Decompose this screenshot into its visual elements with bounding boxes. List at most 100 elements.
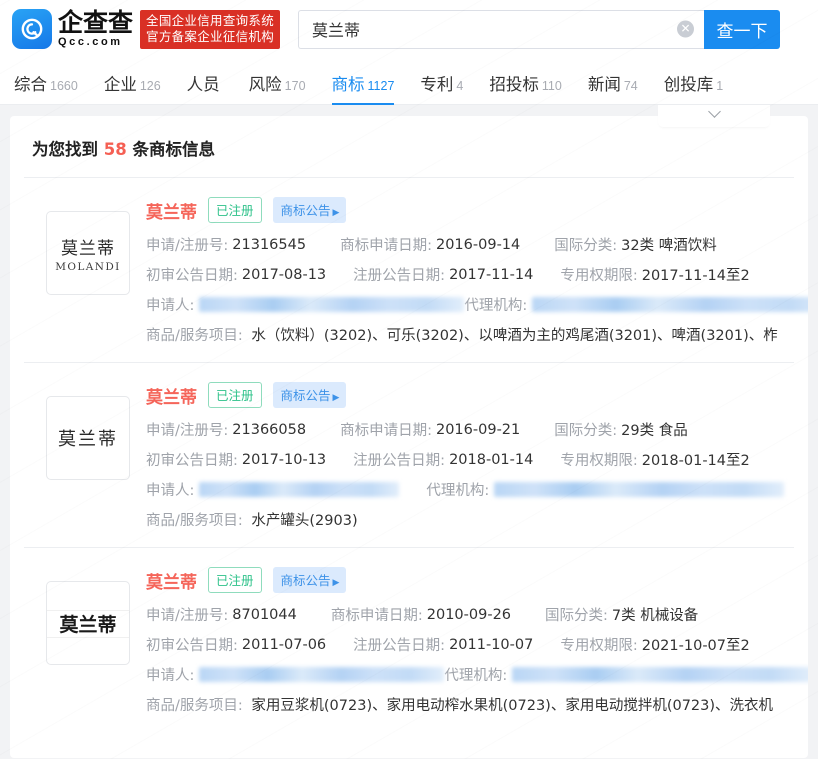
field-label: 商标申请日期: xyxy=(340,423,432,439)
qcc-logo-icon xyxy=(12,9,52,49)
field-label: 代理机构: xyxy=(426,483,490,499)
tab-risk[interactable]: 风险 170 xyxy=(249,71,306,104)
trademark-notice-button[interactable]: 商标公告 ▶ xyxy=(272,197,347,223)
field-row-parties: 申请人: 代理机构: xyxy=(146,664,808,685)
field-value: 2017-11-14至2 xyxy=(641,268,750,284)
tab-news[interactable]: 新闻 74 xyxy=(588,71,638,104)
notice-arrow-icon: ▶ xyxy=(332,208,340,218)
field-apply-date: 商标申请日期: 2010-09-26 xyxy=(331,604,511,625)
field-intl-class: 国际分类: 32类 啤酒饮料 xyxy=(554,234,716,255)
tab-venture[interactable]: 创投库 1 xyxy=(664,71,723,104)
redacted-agency-value xyxy=(512,667,808,682)
site-logo[interactable]: 企查查 Qcc.com 全国企业信用查询系统 官方备案企业征信机构 xyxy=(12,8,281,49)
field-label: 初审公告日期: xyxy=(146,453,238,469)
tabs-expand-button[interactable] xyxy=(658,105,770,127)
tab-count: 126 xyxy=(139,79,161,93)
field-label: 商品/服务项目: xyxy=(146,513,243,529)
field-reg-notice: 注册公告日期: 2011-10-07 xyxy=(353,634,533,655)
results-count-suffix: 条商标信息 xyxy=(132,140,215,159)
tab-label: 新闻 xyxy=(587,75,621,94)
field-label: 初审公告日期: xyxy=(146,268,238,284)
trademark-image[interactable]: 莫兰蒂 xyxy=(46,581,130,665)
redacted-applicant-value xyxy=(199,482,400,497)
field-value: 21316545 xyxy=(232,236,307,253)
tab-label: 企业 xyxy=(103,75,137,94)
clear-circle-icon[interactable]: ✕ xyxy=(677,20,695,38)
field-value: 32类 啤酒饮料 xyxy=(621,238,717,254)
field-label: 申请/注册号: xyxy=(146,423,229,439)
trademark-notice-button[interactable]: 商标公告 ▶ xyxy=(272,382,347,408)
trademark-image[interactable]: 莫兰蒂 MOLANDI xyxy=(46,211,130,295)
field-label: 国际分类: xyxy=(554,423,618,439)
trademark-title-link[interactable]: 莫兰蒂 xyxy=(146,383,197,408)
field-reg-no: 申请/注册号: 21366058 xyxy=(146,419,306,440)
field-value: 家用豆浆机(0723)、家用电动榨水果机(0723)、家用电动搅拌机(0723)… xyxy=(251,698,774,714)
trademark-title-link[interactable]: 莫兰蒂 xyxy=(146,198,197,223)
trademark-notice-button[interactable]: 商标公告 ▶ xyxy=(272,567,347,593)
field-value: 2011-07-06 xyxy=(241,636,327,653)
field-intl-class: 国际分类: 7类 机械设备 xyxy=(545,604,698,625)
redacted-applicant-value xyxy=(199,667,445,682)
trademark-result-item: 莫兰蒂 莫兰蒂 已注册 商标公告 ▶ 申请/注册号: 8701044 商标申请日期… xyxy=(24,548,808,732)
tab-trademarks[interactable]: 商标 1127 xyxy=(331,71,394,105)
search-input[interactable] xyxy=(298,9,705,49)
tab-count: 74 xyxy=(623,79,638,93)
field-value: 2021-10-07至2 xyxy=(641,638,750,654)
trademark-details: 莫兰蒂 已注册 商标公告 ▶ 申请/注册号: 8701044 商标申请日期: 20… xyxy=(146,567,808,715)
field-goods-services: 商品/服务项目: 水（饮料）(3202)、可乐(3202)、以啤酒为主的鸡尾酒(… xyxy=(146,324,786,345)
search-submit-button[interactable]: 查一下 xyxy=(704,9,781,49)
trademark-image-text-cn: 莫兰蒂 xyxy=(59,613,117,636)
redacted-agency-value xyxy=(494,482,785,497)
field-first-notice: 初审公告日期: 2011-07-06 xyxy=(146,634,326,655)
logo-tagline-line1: 全国企业信用查询系统 xyxy=(146,13,275,28)
tab-comprehensive[interactable]: 综合 1660 xyxy=(14,71,78,104)
field-value: 2010-09-26 xyxy=(426,606,512,623)
field-label: 注册公告日期: xyxy=(353,453,446,469)
field-value: 2018-01-14至2 xyxy=(641,453,750,469)
trademark-image[interactable]: 莫兰蒂 xyxy=(46,396,130,480)
tab-label: 招投标 xyxy=(489,75,539,94)
trademark-image-text-cn: 莫兰蒂 xyxy=(58,429,118,450)
trademark-details: 莫兰蒂 已注册 商标公告 ▶ 申请/注册号: 21316545 商标申请日期: 2… xyxy=(146,197,808,345)
trademark-header: 莫兰蒂 已注册 商标公告 ▶ xyxy=(146,382,786,408)
results-count-prefix: 为您找到 xyxy=(32,140,98,159)
tab-people[interactable]: 人员 xyxy=(187,71,223,104)
field-row-registration: 申请/注册号: 8701044 商标申请日期: 2010-09-26 国际分类:… xyxy=(146,604,786,625)
logo-text-cn: 企查查 xyxy=(58,8,134,37)
trademark-result-item: 莫兰蒂 莫兰蒂 已注册 商标公告 ▶ 申请/注册号: 21366058 商标申请日… xyxy=(24,363,794,548)
field-value: 8701044 xyxy=(232,606,297,623)
tab-count: 1 xyxy=(716,79,724,93)
field-value: 7类 机械设备 xyxy=(611,608,699,624)
field-value: 21366058 xyxy=(232,421,307,438)
redacted-agency-value xyxy=(532,297,808,312)
results-card: 为您找到 58 条商标信息 莫兰蒂 MOLANDI 莫兰蒂 已注册 商标公告 ▶ … xyxy=(10,116,808,758)
field-row-parties: 申请人: 代理机构: xyxy=(146,479,786,500)
notice-arrow-icon: ▶ xyxy=(332,393,340,403)
field-applicant: 申请人: xyxy=(146,479,400,500)
field-value: 2017-10-13 xyxy=(241,451,327,468)
field-label: 商品/服务项目: xyxy=(146,328,243,344)
logo-tagline-badge: 全国企业信用查询系统 官方备案企业征信机构 xyxy=(140,9,281,49)
field-row-notices: 初审公告日期: 2011-07-06 注册公告日期: 2011-10-07 专用… xyxy=(146,634,786,655)
field-exclusive-term: 专用权期限: 2017-11-14至2 xyxy=(560,264,749,285)
field-label: 初审公告日期: xyxy=(146,638,238,654)
tab-companies[interactable]: 企业 126 xyxy=(104,71,161,104)
logo-text-en: Qcc.com xyxy=(58,36,123,48)
tab-count: 1660 xyxy=(50,79,78,93)
field-row-notices: 初审公告日期: 2017-10-13 注册公告日期: 2018-01-14 专用… xyxy=(146,449,786,470)
tab-label: 创投库 xyxy=(663,75,714,94)
field-reg-notice: 注册公告日期: 2017-11-14 xyxy=(353,264,533,285)
field-first-notice: 初审公告日期: 2017-10-13 xyxy=(146,449,326,470)
tab-patents[interactable]: 专利 4 xyxy=(420,71,463,104)
trademark-title-link[interactable]: 莫兰蒂 xyxy=(146,568,197,593)
field-label: 注册公告日期: xyxy=(353,268,446,284)
status-badge-registered: 已注册 xyxy=(208,197,262,223)
trademark-image-text-en: MOLANDI xyxy=(55,260,121,273)
field-label: 代理机构: xyxy=(444,668,508,684)
field-exclusive-term: 专用权期限: 2018-01-14至2 xyxy=(560,449,749,470)
status-badge-registered: 已注册 xyxy=(208,567,262,593)
field-exclusive-term: 专用权期限: 2021-10-07至2 xyxy=(560,634,749,655)
field-label: 申请人: xyxy=(146,483,195,499)
notice-label: 商标公告 xyxy=(280,388,331,403)
tab-bidding[interactable]: 招投标 110 xyxy=(489,71,561,104)
